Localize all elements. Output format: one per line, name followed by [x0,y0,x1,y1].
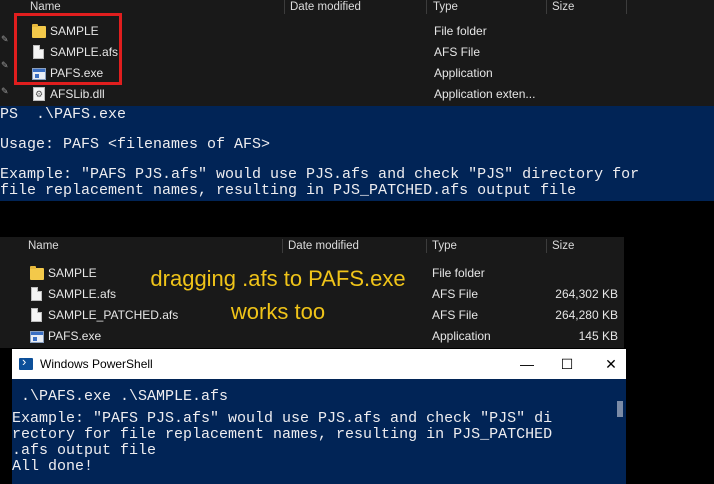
column-separator[interactable] [426,239,427,253]
file-type: Application [434,66,493,80]
console-line: Example: "PAFS PJS.afs" would use PJS.af… [0,166,640,183]
file-type: File folder [432,266,485,280]
file-size: 145 KB [578,329,618,343]
column-header-size[interactable]: Size [552,239,574,255]
top-file-explorer: Name Date modified Type Size ✎ ✎ ✎ SAMPL… [0,0,714,106]
file-row-pafs-exe[interactable]: PAFS.exe Application 145 KB [0,326,624,347]
file-name: SAMPLE.afs [48,287,117,301]
column-separator[interactable] [546,239,547,253]
bottom-file-explorer: Name Date modified Type Size SAMPLE File… [0,237,624,348]
dll-icon [33,87,45,101]
console-line: Usage: PAFS <filenames of AFS> [0,136,271,153]
column-separator[interactable] [426,0,427,14]
window-titlebar[interactable]: Windows PowerShell — ☐ ✕ [12,349,626,379]
powershell-console[interactable]: .\PAFS.exe .\SAMPLE.afs Example: "PAFS P… [12,379,626,484]
column-header-size[interactable]: Size [552,0,574,16]
file-type: Application exten... [434,87,536,101]
file-type: AFS File [432,308,479,322]
file-type: AFS File [434,45,481,59]
console-line: .afs output file [12,442,157,459]
file-icon [31,287,42,301]
file-type: AFS File [432,287,479,301]
file-name: SAMPLE [48,266,97,280]
scrollbar-thumb[interactable] [617,401,623,417]
console-line: PS .\PAFS.exe [0,106,127,123]
console-line: .\PAFS.exe .\SAMPLE.afs [12,388,229,405]
powershell-icon [19,354,33,370]
column-separator[interactable] [284,0,285,14]
window-title: Windows PowerShell [40,357,153,371]
file-name: PAFS.exe [48,329,102,343]
column-separator[interactable] [626,0,627,14]
column-header-type[interactable]: Type [433,0,458,16]
maximize-button[interactable]: ☐ [544,349,590,379]
red-highlight-box [14,13,122,85]
column-header-name[interactable]: Name [28,239,59,255]
column-header-date[interactable]: Date modified [290,0,361,16]
column-separator[interactable] [282,239,283,253]
console-line: rectory for file replacement names, resu… [12,426,553,443]
powershell-window: Windows PowerShell — ☐ ✕ .\PAFS.exe .\SA… [12,349,626,484]
folder-icon [30,266,44,280]
console-line: All done! [12,458,94,475]
application-icon [30,331,44,343]
file-type: Application [432,329,491,343]
close-button[interactable]: ✕ [588,349,634,379]
annotation-line-1: dragging .afs to PAFS.exe [150,266,406,291]
file-name: AFSLib.dll [50,87,105,101]
file-size: 264,280 KB [555,308,618,322]
file-size: 264,302 KB [555,287,618,301]
console-line: Example: "PAFS PJS.afs" would use PJS.af… [12,410,553,427]
column-separator[interactable] [546,0,547,14]
column-header-type[interactable]: Type [432,239,457,255]
column-header-date[interactable]: Date modified [288,239,359,255]
annotation-line-2: works too [230,299,326,324]
console-line: file replacement names, resulting in PJS… [0,182,577,199]
file-row-afslib-dll[interactable]: AFSLib.dll Application exten... [0,84,714,105]
file-type: File folder [434,24,487,38]
console-scrollbar[interactable] [612,379,626,484]
file-icon [31,308,42,322]
top-console-output[interactable]: PS .\PAFS.exe Usage: PAFS <filenames of … [0,106,714,201]
